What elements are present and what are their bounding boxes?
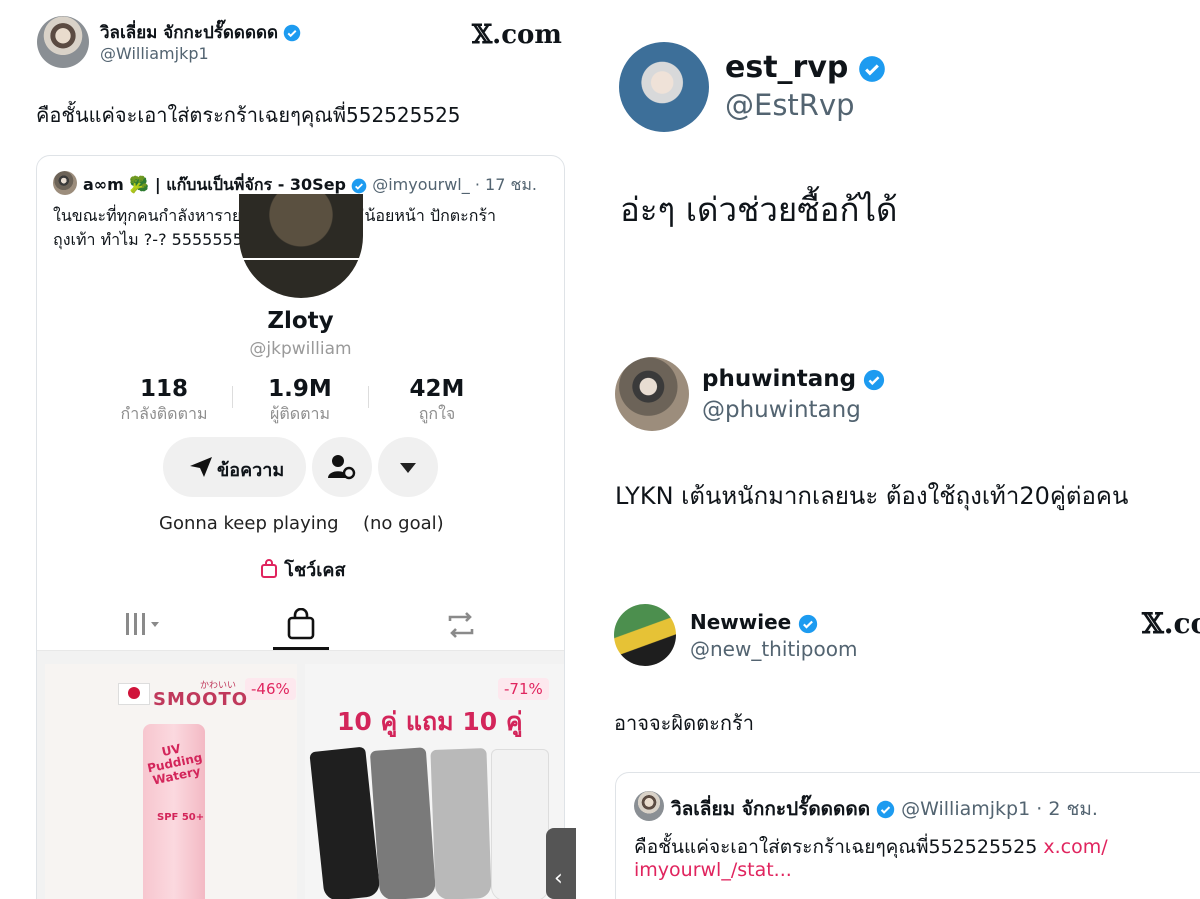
tab-shop[interactable]	[286, 607, 316, 642]
avatar-est[interactable]	[619, 42, 709, 132]
verified-badge-icon	[284, 24, 301, 42]
est-name[interactable]: est_rvp	[725, 50, 848, 85]
caret-down-icon	[400, 463, 416, 473]
newwiee-tweet-text: อาจจะผิดตะกร้า	[614, 711, 754, 735]
quoted-link-part2[interactable]: imyourwl_/stat...	[634, 859, 792, 881]
est-tweet-text: อ่ะๆ เด่วช่วยซื้อก้ได้	[620, 190, 898, 229]
quoted-text-line1: คือชั้นแค่จะเอาใส่ตระกร้าเฉยๆคุณพี่55252…	[634, 832, 1108, 862]
send-icon	[190, 457, 212, 477]
add-friend-settings-button[interactable]	[312, 437, 372, 497]
verified-badge-icon	[798, 614, 817, 633]
x-brand-logo: 𝕏.com	[472, 20, 562, 50]
stat-divider	[368, 386, 369, 408]
avatar-william[interactable]	[37, 16, 89, 68]
newwiee-name-line: Newwiee	[690, 610, 818, 634]
discount-badge: -71%	[498, 678, 549, 700]
sock-dark-grey	[369, 747, 437, 899]
tab-reposts[interactable]	[444, 609, 478, 641]
stat-likes-value[interactable]: 42M	[387, 376, 487, 402]
product-card-sunscreen[interactable]: -46% かわいい SMOOTO UV Pudding Watery SPF 5…	[45, 664, 297, 899]
left-screenshot-panel: วิลเลี่ยม จักกะปรั๊ดดดดด @Williamjkp1 𝕏.…	[0, 0, 585, 899]
showcase-bag-icon	[261, 559, 277, 578]
newwiee-handle[interactable]: @new_thitipoom	[690, 637, 857, 661]
chevron-left-icon: ‹	[554, 866, 563, 891]
sunscreen-tube: UV Pudding Watery SPF 50+	[143, 724, 205, 899]
phuwin-name-line: phuwintang	[702, 366, 885, 392]
stat-following-label: กำลังติดตาม	[120, 404, 208, 423]
verified-badge-icon	[864, 369, 885, 390]
verified-badge-icon	[876, 800, 895, 819]
videos-grid-icon	[126, 613, 159, 635]
stat-following-value[interactable]: 118	[114, 376, 214, 402]
author-line: วิลเลี่ยม จักกะปรั๊ดดดดด	[100, 19, 301, 46]
message-button-label: ข้อความ	[217, 460, 285, 481]
bio-text-left: Gonna keep playing	[159, 513, 339, 534]
quoted-time: · 17 ชม.	[474, 175, 537, 194]
est-name-line: est_rvp	[725, 50, 886, 85]
phuwin-tweet-text: LYKN เต้นหนักมากเลยนะ ต้องใช้ถุงเท้า20คู…	[615, 482, 1129, 510]
stat-divider	[232, 386, 233, 408]
brand-logo-text: SMOOTO	[153, 689, 249, 710]
quoted-tweet-card[interactable]: วิลเลี่ยม จักกะปรั๊ดดดดด @Williamjkp1 · …	[615, 772, 1200, 899]
socks-headline: 10 คู่ แถม 10 คู่	[337, 707, 523, 736]
phuwin-handle[interactable]: @phuwintang	[702, 397, 861, 423]
discount-badge: -46%	[245, 678, 296, 700]
profile-username: @jkpwilliam	[249, 339, 352, 359]
tube-spf: SPF 50+	[157, 812, 205, 823]
profile-display-name: Zloty	[267, 308, 334, 334]
quoted-tweet-card[interactable]: a∞m 🥦 | แก๊บนเป็นพี่จักร - 30Sep @imyour…	[36, 155, 565, 899]
stat-followers-label: ผู้ติดตาม	[269, 404, 331, 423]
tab-videos[interactable]	[123, 609, 163, 639]
stat-likes-label: ถูกใจ	[418, 404, 456, 423]
quoted-time: · 2 ชม.	[1036, 798, 1098, 820]
author-handle[interactable]: @Williamjkp1	[100, 44, 209, 63]
avatar-newwiee[interactable]	[614, 604, 676, 666]
avatar-phuwin[interactable]	[615, 357, 689, 431]
showcase-link[interactable]: โชว์เคส	[260, 555, 345, 584]
bio-text-right: (no goal)	[363, 513, 444, 534]
shopping-bag-icon	[287, 607, 315, 640]
verified-badge-icon	[351, 178, 367, 193]
phuwin-name[interactable]: phuwintang	[702, 366, 856, 392]
stat-followers-value[interactable]: 1.9M	[250, 376, 350, 402]
more-dropdown-button[interactable]	[378, 437, 438, 497]
japan-flag-icon	[118, 683, 150, 705]
repost-icon	[448, 612, 474, 638]
right-screenshot-panel: est_rvp @EstRvp อ่ะๆ เด่วช่วยซื้อก้ได้ p…	[585, 0, 1200, 899]
sock-light-grey	[430, 748, 492, 899]
side-collapse-handle[interactable]: ‹	[546, 828, 576, 899]
profile-avatar[interactable]	[239, 194, 363, 298]
verified-badge-icon	[859, 55, 885, 82]
quoted-avatar	[53, 171, 77, 195]
quoted-header: วิลเลี่ยม จักกะปรั๊ดดดดด @Williamjkp1 · …	[671, 794, 1098, 824]
x-brand-logo: 𝕏.co	[1142, 607, 1200, 640]
product-card-socks[interactable]: -71% 10 คู่ แถม 10 คู่	[305, 664, 564, 899]
tweet-text: คือชั้นแค่จะเอาใส่ตระกร้าเฉยๆคุณพี่55252…	[36, 103, 461, 127]
sock-black	[309, 746, 381, 899]
quoted-avatar	[634, 791, 664, 821]
quoted-text: คือชั้นแค่จะเอาใส่ตระกร้าเฉยๆคุณพี่55252…	[634, 836, 1038, 858]
author-name[interactable]: วิลเลี่ยม จักกะปรั๊ดดดดด	[100, 23, 278, 43]
person-gear-icon	[328, 455, 356, 480]
sock-white	[491, 749, 549, 899]
est-handle[interactable]: @EstRvp	[725, 88, 855, 122]
quoted-handle[interactable]: @Williamjkp1	[901, 798, 1030, 820]
tube-text: UV Pudding Watery	[146, 741, 204, 788]
newwiee-name[interactable]: Newwiee	[690, 610, 791, 634]
quoted-name[interactable]: วิลเลี่ยม จักกะปรั๊ดดดดด	[671, 798, 870, 820]
message-button[interactable]: ข้อความ	[163, 437, 306, 497]
quoted-link-part1[interactable]: x.com/	[1043, 836, 1107, 858]
showcase-label: โชว์เคส	[284, 560, 346, 581]
quoted-handle[interactable]: @imyourwl_	[372, 175, 470, 194]
quoted-name[interactable]: a∞m 🥦 | แก๊บนเป็นพี่จักร - 30Sep	[83, 175, 346, 194]
